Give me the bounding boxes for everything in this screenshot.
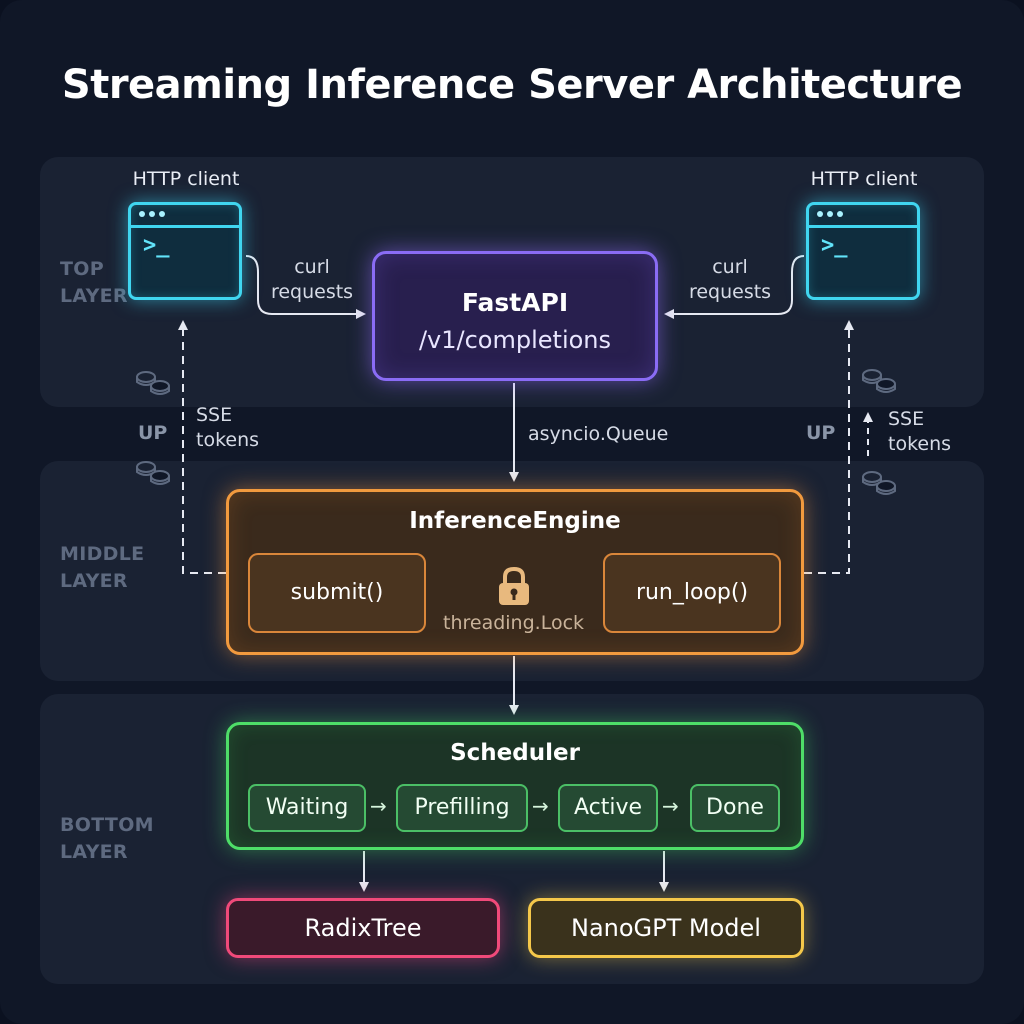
token-icon bbox=[136, 371, 170, 395]
sse-right-arrow bbox=[804, 320, 854, 574]
http-client-right-terminal-icon: >_ bbox=[806, 202, 920, 300]
terminal-prompt: >_ bbox=[821, 233, 848, 258]
curl-left-label: curl requests bbox=[270, 255, 354, 305]
state-waiting: Waiting bbox=[248, 784, 366, 832]
state-arrow: → bbox=[662, 794, 679, 818]
inference-engine-title: InferenceEngine bbox=[409, 508, 621, 534]
terminal-dot bbox=[139, 211, 145, 217]
terminal-dot bbox=[149, 211, 155, 217]
nanogpt-model-node: NanoGPT Model bbox=[528, 898, 804, 958]
terminal-dot bbox=[837, 211, 843, 217]
token-icon bbox=[136, 461, 170, 485]
token-icon bbox=[862, 471, 896, 495]
lock-icon bbox=[499, 566, 529, 605]
sse-left-label: SSE tokens bbox=[196, 403, 259, 453]
submit-method: submit() bbox=[248, 553, 426, 633]
lock-label: threading.Lock bbox=[443, 612, 585, 634]
scheduler-title: Scheduler bbox=[450, 740, 580, 766]
curl-left-label-line2: requests bbox=[270, 281, 354, 303]
http-client-left-label: HTTP client bbox=[132, 168, 240, 190]
terminal-dot bbox=[827, 211, 833, 217]
terminal-title-bar bbox=[809, 205, 917, 228]
sse-right-label: SSE tokens bbox=[888, 407, 951, 457]
token-icon bbox=[862, 369, 896, 393]
sse-left-label-line2: tokens bbox=[196, 429, 260, 451]
terminal-dot bbox=[159, 211, 165, 217]
state-arrow: → bbox=[532, 794, 549, 818]
state-done: Done bbox=[690, 784, 780, 832]
fastapi-route: /v1/completions bbox=[418, 326, 612, 354]
radix-tree-node: RadixTree bbox=[226, 898, 500, 958]
fastapi-title: FastAPI bbox=[461, 288, 569, 317]
terminal-prompt: >_ bbox=[143, 233, 170, 258]
state-prefilling: Prefilling bbox=[396, 784, 528, 832]
curl-right-label: curl requests bbox=[688, 255, 772, 305]
sse-right-label-line1: SSE bbox=[888, 408, 925, 430]
sse-left-label-line1: SSE bbox=[196, 404, 233, 426]
up-right-label: UP bbox=[806, 422, 836, 444]
http-client-left-terminal-icon: >_ bbox=[128, 202, 242, 300]
state-arrow: → bbox=[370, 794, 387, 818]
fastapi-node: FastAPI /v1/completions bbox=[372, 251, 658, 381]
http-client-right-label: HTTP client bbox=[810, 168, 918, 190]
state-active: Active bbox=[558, 784, 658, 832]
queue-label: asyncio.Queue bbox=[528, 423, 669, 445]
terminal-dot bbox=[817, 211, 823, 217]
curl-left-label-line1: curl bbox=[294, 256, 330, 278]
up-left-label: UP bbox=[138, 422, 168, 444]
run-loop-method: run_loop() bbox=[603, 553, 781, 633]
terminal-title-bar bbox=[131, 205, 239, 228]
sse-right-label-line2: tokens bbox=[888, 433, 952, 455]
curl-right-label-line1: curl bbox=[712, 256, 748, 278]
curl-right-label-line2: requests bbox=[688, 281, 772, 303]
